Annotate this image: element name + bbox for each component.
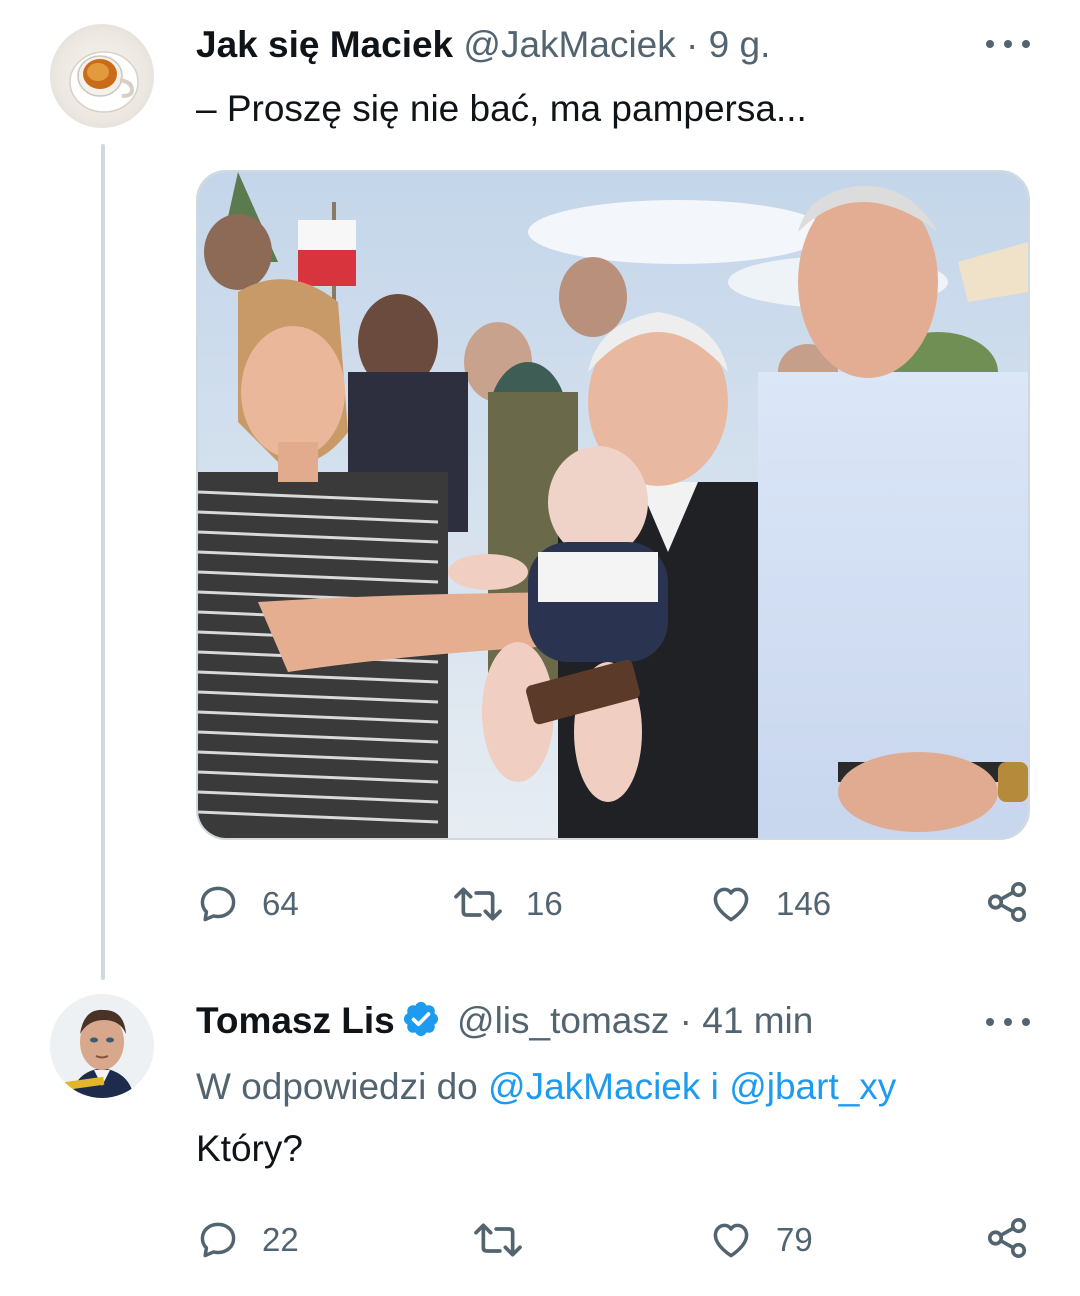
- mention-joiner: i: [710, 1066, 719, 1107]
- more-icon[interactable]: [986, 32, 1030, 56]
- author-handle[interactable]: @lis_tomasz: [457, 1000, 669, 1041]
- author-handle[interactable]: @JakMaciek: [463, 24, 675, 65]
- reply-count: 22: [262, 1221, 299, 1258]
- tweet-photo[interactable]: [196, 170, 1030, 840]
- retweet-icon: [474, 1223, 522, 1257]
- like-count: 79: [776, 1221, 813, 1258]
- replying-to-prefix: W odpowiedzi do: [196, 1066, 478, 1107]
- retweet-count: 16: [526, 885, 563, 922]
- author-name[interactable]: Jak się Maciek: [196, 24, 453, 65]
- retweet-icon: [454, 887, 502, 921]
- reply-button[interactable]: 64: [196, 882, 299, 926]
- mention-link[interactable]: @JakMaciek: [488, 1066, 700, 1107]
- reply-button[interactable]: 22: [196, 1218, 299, 1262]
- like-count: 146: [776, 885, 832, 922]
- reply-count: 64: [262, 885, 299, 922]
- tweet-text: Który?: [196, 1128, 303, 1169]
- mention-link[interactable]: @jbart_xy: [729, 1066, 896, 1107]
- tweet-time[interactable]: 9 g.: [709, 24, 771, 65]
- retweet-button[interactable]: [472, 1218, 546, 1262]
- meta-separator: ·: [686, 24, 699, 65]
- retweet-button[interactable]: 16: [452, 882, 563, 926]
- author-name[interactable]: Tomasz Lis: [196, 1000, 395, 1041]
- like-button[interactable]: 79: [708, 1218, 813, 1262]
- share-icon: [987, 881, 1027, 923]
- more-icon[interactable]: [986, 1010, 1030, 1034]
- verified-badge-icon: [403, 1001, 438, 1037]
- like-icon: [713, 1223, 749, 1258]
- reply-icon: [200, 1222, 236, 1258]
- avatar-jakmaciek[interactable]: [50, 24, 154, 128]
- like-icon: [713, 887, 749, 922]
- tweet-text: – Proszę się nie bać, ma pampersa...: [196, 88, 807, 129]
- like-button[interactable]: 146: [708, 882, 831, 926]
- avatar-lis-tomasz[interactable]: [50, 994, 154, 1098]
- meta-separator: ·: [679, 1000, 692, 1041]
- reply-icon: [200, 886, 236, 922]
- tweet-header: Tomasz Lis @lis_tomasz · 41 min: [196, 998, 813, 1044]
- timeline: Jak się Maciek @JakMaciek · 9 g. – Prosz…: [0, 0, 1080, 1296]
- replying-to: W odpowiedzi do @JakMaciek i @jbart_xy: [196, 1064, 896, 1110]
- share-icon: [987, 1217, 1027, 1259]
- share-button[interactable]: [984, 880, 1030, 924]
- share-button[interactable]: [984, 1216, 1030, 1260]
- thread-line: [101, 144, 105, 980]
- tweet-time[interactable]: 41 min: [702, 1000, 813, 1041]
- tweet-header: Jak się Maciek @JakMaciek · 9 g.: [196, 22, 770, 68]
